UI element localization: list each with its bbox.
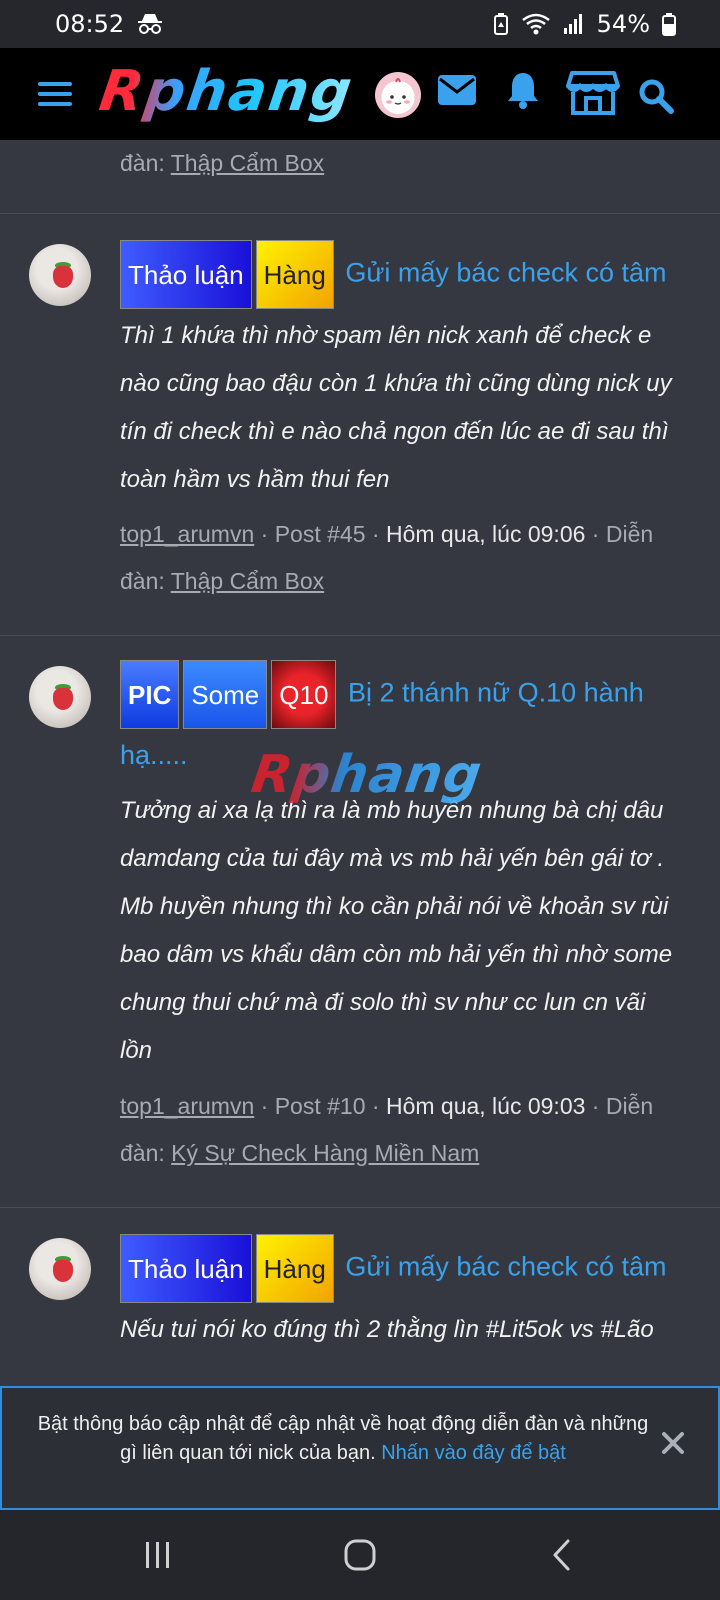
tag-some[interactable]: Some <box>183 660 268 729</box>
thread-title-continued[interactable]: hạ..... <box>120 724 690 786</box>
thread-title[interactable]: Thảo luận Hàng Gửi mấy bác check có tâm <box>120 240 690 309</box>
home-icon[interactable] <box>343 1538 377 1572</box>
store-icon[interactable] <box>566 70 620 116</box>
site-logo[interactable]: Rphang <box>96 59 358 124</box>
battery-percent: 54% <box>596 10 650 38</box>
list-item[interactable]: Thảo luận Hàng Gửi mấy bác check có tâm T… <box>0 214 720 635</box>
close-icon[interactable] <box>660 1430 686 1456</box>
search-results-feed: đàn: Thập Cẩm Box Thảo luận Hàng Gửi mấy … <box>0 140 720 1408</box>
user-avatar[interactable] <box>375 72 421 118</box>
bell-icon[interactable] <box>505 70 541 110</box>
search-icon[interactable] <box>638 78 674 114</box>
partial-post: đàn: Thập Cẩm Box <box>0 140 720 213</box>
thread-title-text[interactable]: Gửi mấy bác check có tâm <box>345 258 666 288</box>
post-snippet: Tưởng ai xa lạ thì ra là mb huyền nhung … <box>120 797 673 1064</box>
mail-icon[interactable] <box>437 74 477 106</box>
incognito-icon <box>138 14 163 34</box>
tag-thao-luan[interactable]: Thảo luận <box>120 1234 252 1303</box>
post-snippet: Nếu tui nói ko đúng thì 2 thằng lìn #Lit… <box>120 1316 654 1343</box>
post-time: Hôm qua, lúc 09:03 <box>385 1093 586 1119</box>
post-snippet: Thì 1 khứa thì nhờ spam lên nick xanh để… <box>120 322 672 493</box>
forum-link[interactable]: Thập Cẩm Box <box>171 150 324 176</box>
thread-title[interactable]: PIC Some Q10 Bị 2 thánh nữ Q.10 hành <box>120 660 690 729</box>
thread-title-text[interactable]: Bị 2 thánh nữ Q.10 hành <box>348 678 644 708</box>
battery-icon <box>662 13 676 36</box>
forum-link[interactable]: Thập Cẩm Box <box>171 568 324 594</box>
enable-notifications-link[interactable]: Nhấn vào đây để bật <box>381 1442 566 1464</box>
notification-banner[interactable]: Bật thông báo cập nhật để cập nhật về ho… <box>0 1386 720 1510</box>
back-icon[interactable] <box>550 1538 574 1572</box>
post-meta: đàn: Thập Cẩm Box <box>120 150 325 176</box>
post-time: Hôm qua, lúc 09:06 <box>385 521 586 547</box>
avatar-bunny-icon <box>384 78 412 112</box>
author-link[interactable]: top1_arumvn <box>120 521 254 547</box>
post-number: Post #10 <box>274 1093 366 1119</box>
status-bar: 08:52 54% <box>0 0 720 48</box>
avatar[interactable] <box>29 666 91 728</box>
battery-saver-icon <box>493 13 508 35</box>
avatar[interactable] <box>29 244 91 306</box>
tag-hang[interactable]: Hàng <box>255 240 334 309</box>
author-link[interactable]: top1_arumvn <box>120 1093 254 1119</box>
list-item[interactable]: Thảo luận Hàng Gửi mấy bác check có tâm N… <box>0 1208 720 1408</box>
post-meta: top1_arumvn · Post #10 · Hôm qua, lúc 09… <box>120 1093 654 1166</box>
list-item[interactable]: PIC Some Q10 Bị 2 thánh nữ Q.10 hành hạ...… <box>0 636 720 1207</box>
top-navbar: Rphang <box>0 48 720 140</box>
forum-link[interactable]: Ký Sự Check Hàng Miền Nam <box>171 1140 479 1166</box>
status-time: 08:52 <box>55 10 125 38</box>
tag-q10[interactable]: Q10 <box>271 660 337 729</box>
tag-hang[interactable]: Hàng <box>255 1234 334 1303</box>
system-navigation-bar <box>0 1510 720 1600</box>
thread-title[interactable]: Thảo luận Hàng Gửi mấy bác check có tâm <box>120 1234 690 1303</box>
menu-icon[interactable] <box>36 78 76 110</box>
tag-thao-luan[interactable]: Thảo luận <box>120 240 252 309</box>
wifi-icon <box>521 13 550 35</box>
avatar[interactable] <box>29 1238 91 1300</box>
recents-icon[interactable] <box>143 1540 173 1570</box>
thread-title-text[interactable]: Gửi mấy bác check có tâm <box>345 1252 666 1282</box>
signal-icon <box>563 14 582 34</box>
post-meta: top1_arumvn · Post #45 · Hôm qua, lúc 09… <box>120 521 654 594</box>
tag-pic[interactable]: PIC <box>120 660 180 729</box>
post-number: Post #45 <box>274 521 366 547</box>
